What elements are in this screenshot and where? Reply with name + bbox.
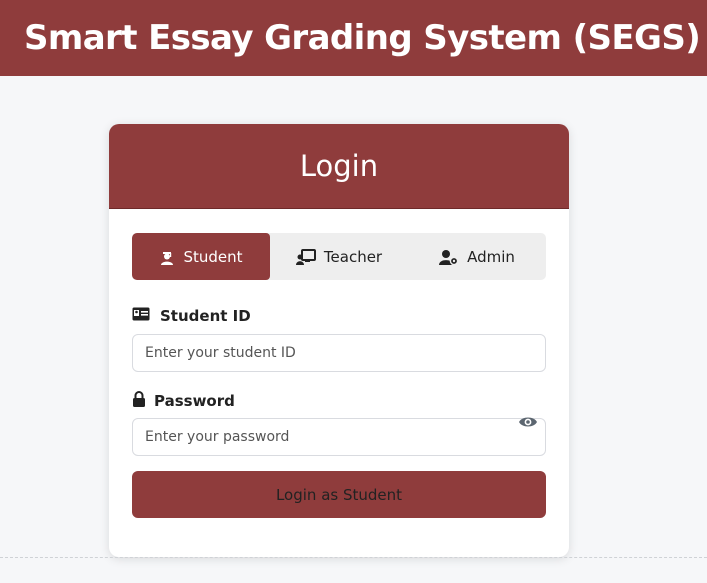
role-tabs: Student Teacher Admin: [132, 233, 546, 280]
tab-student-label: Student: [183, 247, 243, 266]
bottom-divider: [0, 557, 707, 558]
login-card: Login Student Teacher Admin Student ID E…: [109, 124, 569, 557]
tab-admin[interactable]: Admin: [408, 233, 546, 280]
student-id-label-text: Student ID: [160, 307, 251, 325]
tab-admin-label: Admin: [467, 247, 515, 266]
student-id-input[interactable]: [132, 334, 546, 372]
app-header: Smart Essay Grading System (SEGS): [0, 0, 707, 76]
admin-icon: [439, 249, 459, 265]
password-input[interactable]: [132, 418, 546, 456]
login-card-header: Login: [109, 124, 569, 209]
id-card-icon: [132, 307, 150, 325]
password-label: Password: [132, 391, 235, 411]
login-heading: Login: [299, 149, 379, 183]
login-button[interactable]: Login as Student: [132, 471, 546, 518]
teacher-icon: [295, 248, 316, 265]
eye-icon[interactable]: [518, 414, 538, 428]
tab-teacher[interactable]: Teacher: [270, 233, 408, 280]
app-title: Smart Essay Grading System (SEGS): [24, 18, 701, 58]
graduate-icon: [159, 249, 175, 265]
tab-teacher-label: Teacher: [323, 247, 383, 266]
student-id-label: Student ID: [132, 307, 251, 325]
password-label-text: Password: [154, 392, 235, 410]
lock-icon: [132, 391, 146, 411]
tab-student[interactable]: Student: [132, 233, 270, 280]
